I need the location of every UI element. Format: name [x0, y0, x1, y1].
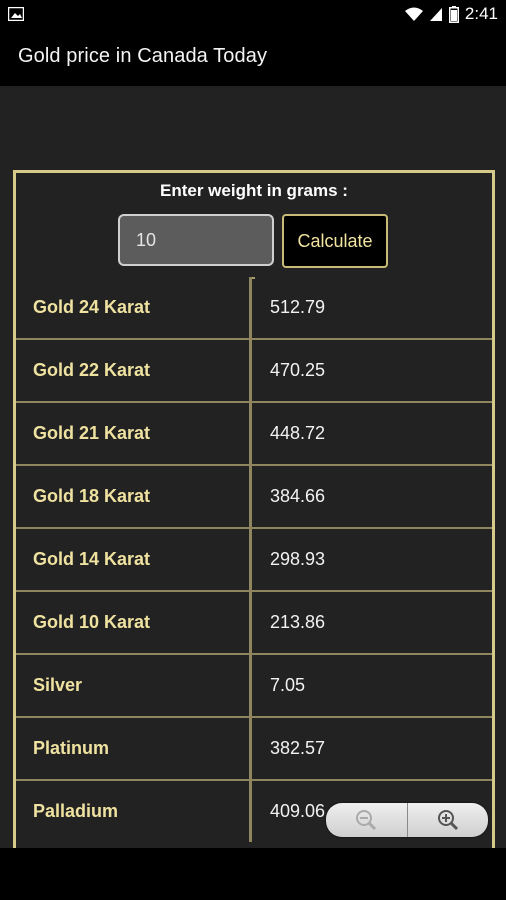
table-row: Gold 14 Karat 298.93	[16, 529, 492, 592]
metal-name-cell: Gold 18 Karat	[16, 466, 252, 527]
battery-icon	[448, 5, 459, 23]
status-bar: 2:41	[0, 0, 506, 28]
metal-name-cell: Palladium	[16, 781, 252, 842]
zoom-out-icon	[356, 810, 377, 831]
calculator-header: Enter weight in grams : Calculate	[16, 173, 492, 279]
status-time: 2:41	[464, 4, 498, 23]
price-value-cell: 382.57	[255, 718, 492, 779]
price-value-cell: 213.86	[255, 592, 492, 653]
table-row: Platinum 382.57	[16, 718, 492, 781]
signal-icon	[429, 7, 442, 21]
status-icons: 2:41	[404, 4, 498, 24]
price-value-cell: 298.93	[255, 529, 492, 590]
image-notification-icon	[8, 7, 24, 21]
wifi-icon	[404, 7, 423, 21]
zoom-in-button[interactable]	[408, 803, 489, 837]
metal-name-cell: Gold 10 Karat	[16, 592, 252, 653]
table-row: Gold 24 Karat 512.79	[16, 277, 492, 340]
metal-name-cell: Gold 24 Karat	[16, 277, 252, 338]
price-table: Gold 24 Karat 512.79 Gold 22 Karat 470.2…	[16, 277, 492, 844]
price-value-cell: 7.05	[255, 655, 492, 716]
metal-name-cell: Gold 21 Karat	[16, 403, 252, 464]
weight-input[interactable]	[118, 214, 274, 266]
zoom-controls	[326, 803, 488, 837]
metal-name-cell: Gold 14 Karat	[16, 529, 252, 590]
table-row: Gold 22 Karat 470.25	[16, 340, 492, 403]
metal-name-cell: Platinum	[16, 718, 252, 779]
price-value-cell: 448.72	[255, 403, 492, 464]
metal-name-cell: Gold 22 Karat	[16, 340, 252, 401]
content-area: Enter weight in grams : Calculate Gold 2…	[0, 86, 506, 852]
weight-label: Enter weight in grams :	[160, 181, 348, 200]
price-value-cell: 470.25	[255, 340, 492, 401]
metal-name-cell: Silver	[16, 655, 252, 716]
price-value-cell: 384.66	[255, 466, 492, 527]
table-row: Gold 10 Karat 213.86	[16, 592, 492, 655]
app-bar: Gold price in Canada Today	[0, 28, 506, 86]
bottom-bar	[0, 848, 506, 900]
price-value-cell: 512.79	[255, 277, 492, 338]
zoom-out-button[interactable]	[326, 803, 407, 837]
table-row: Gold 18 Karat 384.66	[16, 466, 492, 529]
price-panel: Enter weight in grams : Calculate Gold 2…	[13, 170, 495, 852]
zoom-in-icon	[437, 810, 458, 831]
table-row: Silver 7.05	[16, 655, 492, 718]
calculate-button[interactable]: Calculate	[282, 214, 388, 268]
app-title: Gold price in Canada Today	[18, 45, 268, 67]
table-row: Gold 21 Karat 448.72	[16, 403, 492, 466]
